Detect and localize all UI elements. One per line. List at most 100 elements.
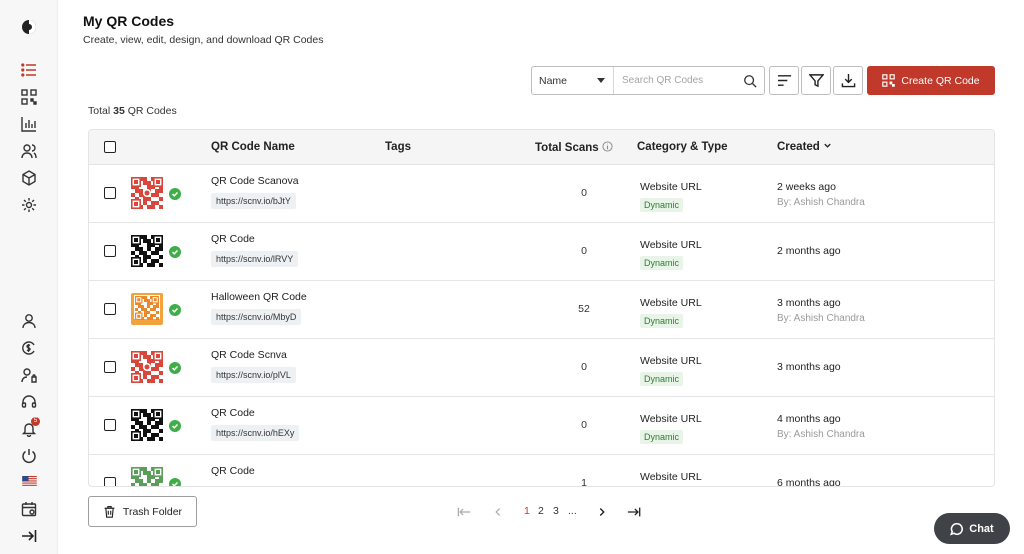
users-icon[interactable] xyxy=(19,141,39,161)
select-all-checkbox[interactable] xyxy=(104,141,116,153)
total-scans: 1 xyxy=(581,477,587,487)
row-checkbox[interactable] xyxy=(104,419,116,431)
total-scans: 0 xyxy=(581,361,587,373)
created-time: 3 months ago xyxy=(777,361,841,373)
search-field-select[interactable]: Name xyxy=(532,67,614,94)
chevron-down-icon xyxy=(824,143,831,148)
billing-icon[interactable] xyxy=(19,338,39,358)
created-time: 2 weeks ago xyxy=(777,181,836,193)
row-checkbox[interactable] xyxy=(104,187,116,199)
gear-icon[interactable] xyxy=(19,195,39,215)
check-circle-icon xyxy=(169,478,181,486)
main-content: My QR Codes Create, view, edit, design, … xyxy=(58,0,1024,554)
qr-code-name[interactable]: QR Code xyxy=(211,407,255,419)
qr-code-thumbnail[interactable] xyxy=(131,177,163,209)
created-time: 3 months ago xyxy=(777,297,841,309)
category: Website URL xyxy=(640,239,702,251)
table-header: QR Code Name Tags Total Scans Category &… xyxy=(89,130,994,165)
header-name[interactable]: QR Code Name xyxy=(211,141,295,153)
search-input[interactable] xyxy=(622,75,742,86)
sort-button[interactable] xyxy=(769,66,799,95)
check-circle-icon xyxy=(169,362,181,374)
short-url[interactable]: https://scnv.io/MbyD xyxy=(211,309,302,325)
table-row[interactable]: QR Code 1 Website URL 6 months ago xyxy=(89,455,994,487)
package-icon[interactable] xyxy=(19,168,39,188)
power-icon[interactable] xyxy=(19,446,39,466)
calendar-icon[interactable] xyxy=(19,499,39,519)
us-flag-icon[interactable] xyxy=(19,471,39,491)
create-qr-code-button[interactable]: Create QR Code xyxy=(867,66,995,95)
qr-code-name[interactable]: QR Code xyxy=(211,465,255,477)
page-title: My QR Codes xyxy=(83,13,175,29)
filter-button[interactable] xyxy=(801,66,831,95)
qr-code-thumbnail[interactable] xyxy=(131,235,163,267)
info-icon[interactable] xyxy=(602,141,613,152)
total-prefix: Total xyxy=(88,105,111,117)
trash-folder-label: Trash Folder xyxy=(122,505,183,518)
account-icon[interactable] xyxy=(19,311,39,331)
qr-code-thumbnail[interactable] xyxy=(131,293,163,325)
header-tags: Tags xyxy=(385,141,411,153)
total-number: 35 xyxy=(113,105,125,117)
next-page-icon[interactable] xyxy=(594,505,610,519)
header-created[interactable]: Created xyxy=(777,141,832,153)
trash-folder-button[interactable]: Trash Folder xyxy=(88,496,197,527)
first-page-icon[interactable] xyxy=(456,505,472,519)
table-row[interactable]: QR Code https://scnv.io/lRVY 0 Website U… xyxy=(89,223,994,281)
row-checkbox[interactable] xyxy=(104,361,116,373)
team-icon[interactable] xyxy=(19,365,39,385)
total-count: Total 35 QR Codes xyxy=(88,105,177,117)
qr-code-name[interactable]: Halloween QR Code xyxy=(211,291,307,303)
qr-code-thumbnail[interactable] xyxy=(131,351,163,383)
search-icon[interactable] xyxy=(743,74,757,88)
row-checkbox[interactable] xyxy=(104,303,116,315)
type-badge: Dynamic xyxy=(640,372,684,386)
download-button[interactable] xyxy=(833,66,863,95)
page-2[interactable]: 2 xyxy=(538,505,544,517)
qr-code-name[interactable]: QR Code Scnva xyxy=(211,349,287,361)
category: Website URL xyxy=(640,297,702,309)
short-url[interactable]: https://scnv.io/plVL xyxy=(211,367,296,383)
chat-icon xyxy=(950,522,964,536)
caret-down-icon xyxy=(597,78,605,83)
qr-code-thumbnail[interactable] xyxy=(131,467,163,486)
table-row[interactable]: QR Code https://scnv.io/hEXy 0 Website U… xyxy=(89,397,994,455)
created-time: 2 months ago xyxy=(777,245,841,257)
category: Website URL xyxy=(640,355,702,367)
collapse-icon[interactable] xyxy=(19,526,39,546)
row-checkbox[interactable] xyxy=(104,477,116,486)
short-url[interactable]: https://scnv.io/hEXy xyxy=(211,425,300,441)
qr-code-name[interactable]: QR Code xyxy=(211,233,255,245)
row-checkbox[interactable] xyxy=(104,245,116,257)
page-3[interactable]: 3 xyxy=(553,505,559,517)
table-row[interactable]: QR Code Scanova https://scnv.io/bJtY 0 W… xyxy=(89,165,994,223)
qr-icon[interactable] xyxy=(19,87,39,107)
short-url[interactable]: https://scnv.io/lRVY xyxy=(211,251,299,267)
type-badge: Dynamic xyxy=(640,256,684,270)
page-1[interactable]: 1 xyxy=(524,505,530,517)
check-circle-icon xyxy=(169,188,181,200)
analytics-icon[interactable] xyxy=(19,114,39,134)
qr-icon xyxy=(882,74,896,87)
support-icon[interactable] xyxy=(19,392,39,412)
search-field-value: Name xyxy=(539,74,568,87)
list-icon[interactable] xyxy=(19,60,39,80)
last-page-icon[interactable] xyxy=(626,505,642,519)
qr-code-name[interactable]: QR Code Scanova xyxy=(211,175,299,187)
total-scans: 52 xyxy=(578,303,590,315)
header-scans: Total Scans xyxy=(535,141,613,154)
prev-page-icon[interactable] xyxy=(490,505,506,519)
header-category: Category & Type xyxy=(637,141,728,153)
created-by: By: Ashish Chandra xyxy=(777,429,865,440)
category: Website URL xyxy=(640,471,702,483)
trash-icon xyxy=(104,506,115,518)
table-row[interactable]: Halloween QR Code https://scnv.io/MbyD 5… xyxy=(89,281,994,339)
logo-icon[interactable] xyxy=(19,17,39,37)
qr-code-thumbnail[interactable] xyxy=(131,409,163,441)
bell-icon[interactable]: 5 xyxy=(19,417,40,439)
short-url[interactable]: https://scnv.io/bJtY xyxy=(211,193,296,209)
create-qr-code-label: Create QR Code xyxy=(901,74,980,87)
chat-button[interactable]: Chat xyxy=(934,513,1010,544)
table-row[interactable]: QR Code Scnva https://scnv.io/plVL 0 Web… xyxy=(89,339,994,397)
type-badge: Dynamic xyxy=(640,430,684,444)
